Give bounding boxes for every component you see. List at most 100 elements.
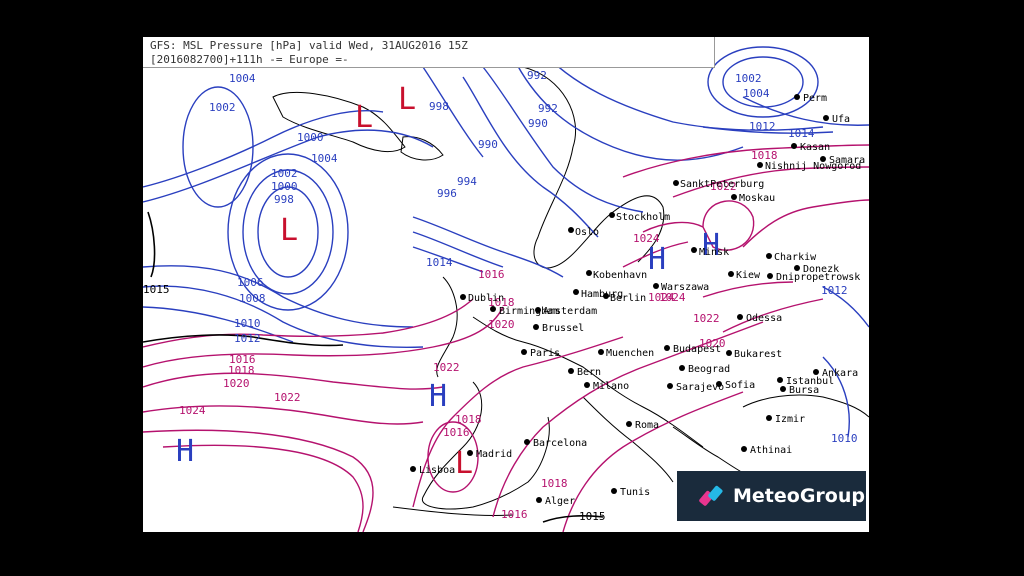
city-bukarest: Bukarest: [726, 349, 782, 360]
low-center: L: [398, 82, 416, 117]
svg-text:Perm: Perm: [803, 93, 827, 104]
svg-text:Kasan: Kasan: [800, 142, 830, 153]
isobar-label: 992: [527, 69, 547, 82]
map-canvas: 1004 1002 1002 1000 998 1000 1004 998 99…: [143, 46, 869, 532]
isobar-label: 1004: [311, 152, 338, 165]
city-brussel: Brussel: [533, 323, 584, 334]
svg-text:Beograd: Beograd: [688, 364, 730, 375]
city-madrid: Madrid: [467, 449, 512, 460]
svg-text:Stockholm: Stockholm: [616, 212, 670, 223]
city-tunis: Tunis: [611, 487, 650, 498]
low-center: L: [280, 213, 298, 248]
svg-text:Lisboa: Lisboa: [419, 465, 455, 476]
brand-name: MeteoGroup: [733, 485, 865, 507]
svg-text:Dublin: Dublin: [468, 293, 504, 304]
city-sarajevo: Sarajevo: [667, 382, 724, 393]
city-milano: Milano: [584, 381, 629, 392]
svg-text:Bursa: Bursa: [789, 385, 819, 396]
svg-text:Minsk: Minsk: [699, 247, 729, 258]
city-kiew: Kiew: [728, 270, 761, 281]
svg-text:Warszawa: Warszawa: [661, 282, 709, 293]
svg-text:Budapest: Budapest: [673, 344, 721, 355]
isobar-label: 1015: [143, 283, 170, 296]
isobar-label: 1022: [693, 312, 720, 325]
city-muenchen: Muenchen: [598, 348, 654, 359]
svg-text:Paris: Paris: [530, 348, 560, 359]
svg-text:Donezk: Donezk: [803, 264, 839, 275]
city-oslo: Oslo: [568, 227, 599, 238]
svg-text:Alger: Alger: [545, 496, 575, 507]
isobar-label: 996: [437, 187, 457, 200]
city-charkiw: Charkiw: [766, 252, 817, 263]
svg-text:Charkiw: Charkiw: [774, 252, 817, 263]
svg-text:Izmir: Izmir: [775, 414, 805, 425]
city-minsk: Minsk: [691, 247, 729, 258]
city-lisboa: Lisboa: [410, 465, 455, 476]
city-bern: Bern: [568, 367, 601, 378]
isobar-label: 1010: [831, 432, 858, 445]
isobar-label: 1012: [821, 284, 848, 297]
isobar-label: 1006: [237, 276, 264, 289]
isobar-label: 1022: [433, 361, 460, 374]
isobar-label: 1012: [234, 332, 261, 345]
svg-text:Muenchen: Muenchen: [606, 348, 654, 359]
isobar-label: 1016: [443, 426, 470, 439]
high-center: H: [429, 379, 447, 414]
map-header: GFS: MSL Pressure [hPa] valid Wed, 31AUG…: [143, 37, 715, 68]
city-beograd: Beograd: [679, 364, 730, 375]
isobar-label: 1016: [478, 268, 505, 281]
isobar-label: 1020: [223, 377, 250, 390]
svg-text:Roma: Roma: [635, 420, 659, 431]
svg-text:Ankara: Ankara: [822, 368, 858, 379]
svg-text:Tunis: Tunis: [620, 487, 650, 498]
svg-text:Bern: Bern: [577, 367, 601, 378]
isobar-label: 1008: [239, 292, 266, 305]
isobar-label: 1022: [274, 391, 301, 404]
meteogroup-logo-icon: [699, 483, 725, 509]
city-stockholm: Stockholm: [609, 212, 670, 223]
low-center: L: [355, 100, 373, 135]
svg-text:Bukarest: Bukarest: [734, 349, 782, 360]
svg-text:Madrid: Madrid: [476, 449, 512, 460]
city-perm: Perm: [794, 93, 827, 104]
isobar-label: 1020: [488, 318, 515, 331]
high-center: H: [176, 434, 194, 469]
city-izmir: Izmir: [766, 414, 805, 425]
svg-text:Berlin: Berlin: [610, 293, 646, 304]
high-center: H: [648, 242, 666, 277]
isobar-label: 1002: [735, 72, 762, 85]
svg-text:Ufa: Ufa: [832, 114, 850, 125]
isobar-label: 990: [478, 138, 498, 151]
isobar-label: 1018: [541, 477, 568, 490]
city-budapest: Budapest: [664, 344, 721, 355]
svg-text:Barcelona: Barcelona: [533, 438, 587, 449]
svg-text:Milano: Milano: [593, 381, 629, 392]
isobar-label: 1000: [271, 180, 298, 193]
city-amsterdam: Amsterdam: [535, 306, 597, 317]
isobar-label: 1002: [209, 101, 236, 114]
isobar-label: 994: [457, 175, 477, 188]
svg-text:Kiew: Kiew: [736, 270, 761, 281]
isobar-label: 1016: [501, 508, 528, 521]
isobar-label: 1010: [234, 317, 261, 330]
city-barcelona: Barcelona: [524, 438, 587, 449]
isobar-label: 1012: [749, 120, 776, 133]
city-nishnij-nowgorod: Nishnij Nowgorod: [757, 161, 861, 172]
city-roma: Roma: [626, 420, 659, 431]
svg-text:Kobenhavn: Kobenhavn: [593, 270, 647, 281]
svg-text:Brussel: Brussel: [542, 323, 584, 334]
header-title: GFS: MSL Pressure [hPa] valid Wed, 31AUG…: [150, 39, 468, 52]
city-berlin: Berlin: [603, 293, 646, 304]
isobar-label: 1014: [426, 256, 453, 269]
city-paris: Paris: [521, 348, 560, 359]
city-sanktpeterburg: SanktPeterburg: [673, 179, 764, 190]
isobar-label: 990: [528, 117, 548, 130]
isobar-label: 1004: [229, 72, 256, 85]
isobar-label: 1018: [228, 364, 255, 377]
isobar-label: 1000: [297, 131, 324, 144]
meteogroup-logo: MeteoGroup: [677, 471, 866, 521]
isobar-label: 1004: [743, 87, 770, 100]
isobar-label: 1015: [579, 510, 606, 523]
isobar-label: 992: [538, 102, 558, 115]
city-athinai: Athinai: [741, 445, 792, 456]
